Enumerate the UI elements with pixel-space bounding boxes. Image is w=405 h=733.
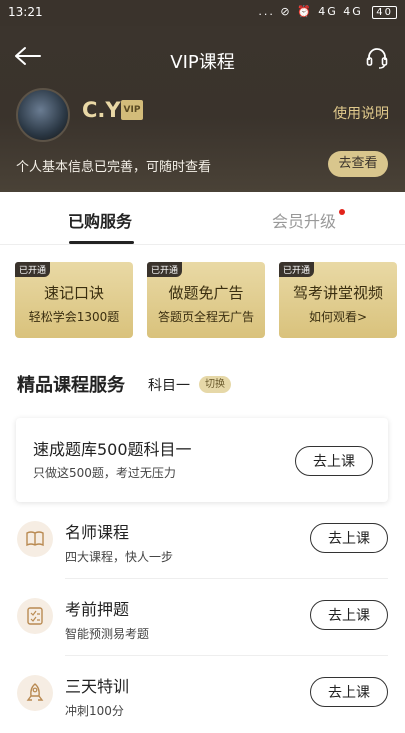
section-title: 精品课程服务 (17, 375, 125, 396)
featured-go-class-button[interactable]: 去上课 (295, 446, 373, 476)
card-title: 速记口诀 (43, 284, 104, 302)
card-title: 做题免广告 (168, 284, 244, 302)
notification-dot (339, 209, 345, 215)
course-row-teacher[interactable]: 名师课程 四大课程，快人一步 去上课 (0, 502, 405, 579)
profile-info-text: 个人基本信息已完善，可随时查看 (16, 160, 212, 175)
checklist-icon (17, 598, 53, 634)
help-link[interactable]: 使用说明 (333, 103, 389, 123)
course-subtitle: 四大课程，快人一步 (65, 550, 174, 564)
course-title: 名师课程 (65, 523, 130, 542)
tab-purchased[interactable]: 已购服务 (68, 208, 132, 232)
card-subtitle: 如何观看> (308, 310, 368, 324)
vip-badge-icon: VIP (121, 100, 143, 120)
switch-subject-button[interactable]: 切换 (199, 376, 231, 393)
view-profile-button[interactable]: 去查看 (328, 151, 388, 177)
course-row-predict[interactable]: 考前押题 智能预测易考题 去上课 (0, 579, 405, 656)
course-title: 三天特训 (65, 677, 130, 696)
rocket-icon (17, 675, 53, 711)
service-card-mnemonic[interactable]: 已开通 速记口诀 轻松学会1300题 (15, 262, 133, 338)
section-subject: 科目一 (148, 378, 190, 394)
status-time: 13:21 (8, 5, 43, 19)
featured-title: 速成题库500题科目一 (33, 440, 192, 459)
headset-icon[interactable] (365, 46, 389, 70)
username: C.Y (82, 98, 121, 122)
status-bar: 13:21 ... ⊘ ⏰ 4G 4G 40 (0, 0, 405, 26)
avatar[interactable] (16, 88, 70, 142)
card-subtitle: 答题页全程无广告 (157, 310, 254, 324)
profile-header: VIP课程 C.Y VIP 使用说明 个人基本信息已完善，可随时查看 去查看 (0, 26, 405, 192)
course-row-training[interactable]: 三天特训 冲刺100分 去上课 (0, 656, 405, 733)
go-class-button[interactable]: 去上课 (310, 523, 388, 553)
battery-icon: 40 (372, 6, 397, 19)
activated-tag: 已开通 (147, 262, 183, 277)
active-tab-indicator (69, 241, 134, 244)
card-title: 驾考讲堂视频 (292, 284, 383, 302)
status-icons-text: ... ⊘ ⏰ 4G 4G (258, 5, 363, 18)
page-title: VIP课程 (170, 52, 235, 73)
card-subtitle: 轻松学会1300题 (28, 310, 120, 324)
service-card-video[interactable]: 已开通 驾考讲堂视频 如何观看> (279, 262, 397, 338)
featured-course-card[interactable]: 速成题库500题科目一 只做这500题，考过无压力 去上课 (16, 418, 388, 502)
tab-upgrade[interactable]: 会员升级 (272, 208, 336, 232)
go-class-button[interactable]: 去上课 (310, 600, 388, 630)
featured-subtitle: 只做这500题，考过无压力 (33, 466, 176, 480)
go-class-button[interactable]: 去上课 (310, 677, 388, 707)
status-icons: ... ⊘ ⏰ 4G 4G 40 (258, 5, 397, 19)
tab-bar: 已购服务 会员升级 (0, 192, 405, 245)
course-subtitle: 冲刺100分 (65, 704, 124, 718)
service-card-no-ads[interactable]: 已开通 做题免广告 答题页全程无广告 (147, 262, 265, 338)
course-subtitle: 智能预测易考题 (65, 627, 150, 641)
activated-tag: 已开通 (15, 262, 51, 277)
activated-tag: 已开通 (279, 262, 315, 277)
course-title: 考前押题 (65, 600, 130, 619)
book-icon (17, 521, 53, 557)
